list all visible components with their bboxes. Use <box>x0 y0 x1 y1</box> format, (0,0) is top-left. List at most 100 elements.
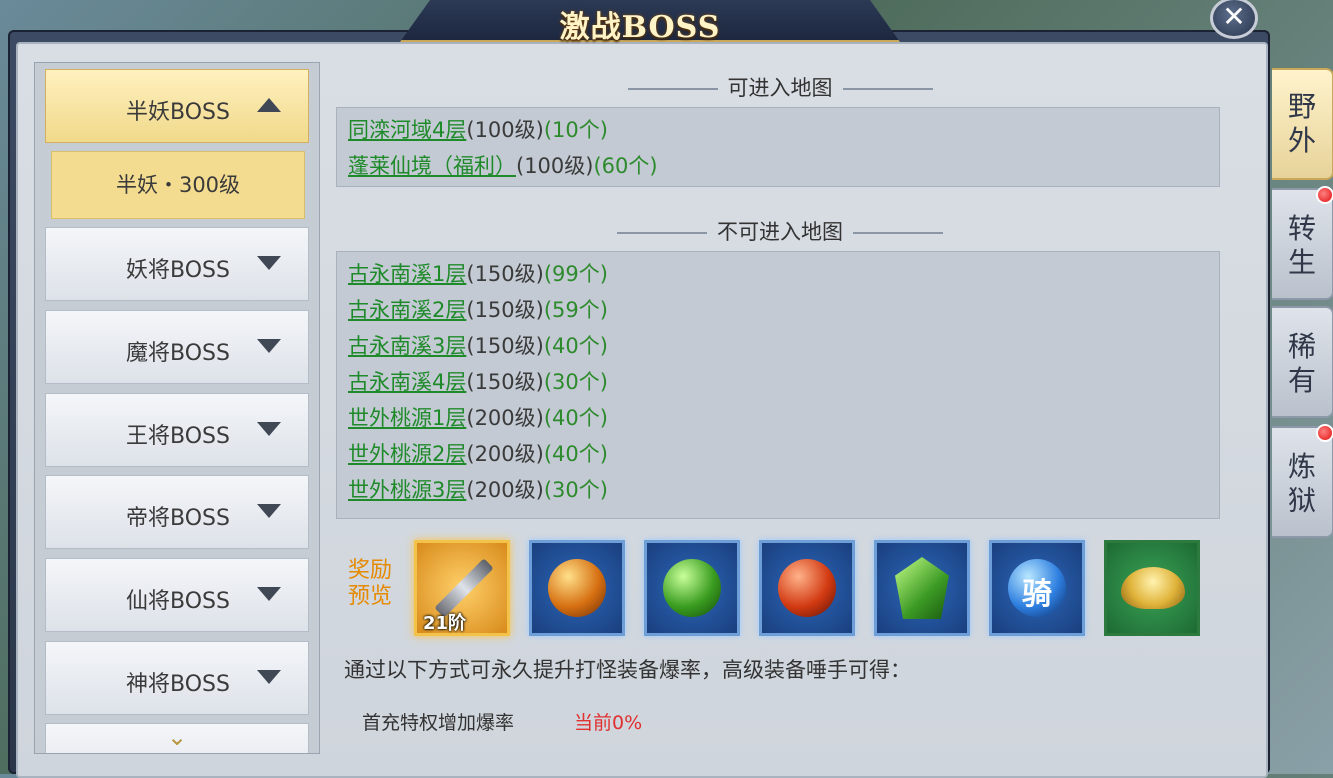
chevron-up-icon <box>257 98 281 112</box>
green-gem-icon <box>895 557 949 619</box>
sub-item-banyao-300[interactable]: 半妖・300级 <box>51 151 305 219</box>
map-link[interactable]: 世外桃源3层 <box>348 478 466 502</box>
map-count: (10个) <box>543 118 608 142</box>
category-xianjiang-boss[interactable]: 仙将BOSS <box>45 558 309 632</box>
divider <box>853 232 943 234</box>
drop-rate-info: 通过以下方式可永久提升打怪装备爆率，高级装备唾手可得： <box>344 658 911 682</box>
category-banyao-boss[interactable]: 半妖BOSS <box>45 69 309 143</box>
tab-rare[interactable]: 稀 有 <box>1272 306 1333 418</box>
boss-category-list[interactable]: 半妖BOSS 半妖・300级 妖将BOSS 魔将BOSS 王将BOSS 帝将BO… <box>34 62 320 754</box>
map-count: (40个) <box>543 334 608 358</box>
category-label: 魔将BOSS <box>126 341 230 366</box>
tab-char: 转 <box>1287 212 1316 245</box>
chevron-down-icon <box>257 256 281 270</box>
tab-char: 生 <box>1287 246 1316 279</box>
inaccessible-maps-header: 不可进入地图 <box>600 216 960 246</box>
map-count: (30个) <box>543 478 608 502</box>
map-row[interactable]: 世外桃源3层(200级)(30个) <box>348 474 608 508</box>
chevron-down-icon <box>257 339 281 353</box>
map-row[interactable]: 世外桃源2层(200级)(40个) <box>348 438 608 472</box>
map-level: (150级) <box>466 370 544 394</box>
map-count: (40个) <box>543 406 608 430</box>
map-count: (30个) <box>543 370 608 394</box>
category-label: 王将BOSS <box>126 424 230 449</box>
map-link[interactable]: 同滦河域4层 <box>348 118 466 142</box>
header-label: 不可进入地图 <box>717 220 843 244</box>
reward-slot-mount-orb[interactable]: 骑 <box>989 540 1085 636</box>
map-link[interactable]: 蓬莱仙境（福利） <box>348 154 516 178</box>
chevron-down-icon <box>257 504 281 518</box>
map-row[interactable]: 古永南溪1层(150级)(99个) <box>348 258 608 292</box>
reward-slot-red-orb[interactable] <box>759 540 855 636</box>
map-level: (150级) <box>466 298 544 322</box>
map-link[interactable]: 古永南溪4层 <box>348 370 466 394</box>
category-dijiang-boss[interactable]: 帝将BOSS <box>45 475 309 549</box>
tab-char: 稀 <box>1287 330 1316 363</box>
category-wangjiang-boss[interactable]: 王将BOSS <box>45 393 309 467</box>
chevron-down-icon <box>257 422 281 436</box>
map-link[interactable]: 古永南溪2层 <box>348 298 466 322</box>
map-level: (100级) <box>466 118 544 142</box>
red-orb-icon <box>778 559 836 617</box>
map-level: (100级) <box>516 154 594 178</box>
map-level: (150级) <box>466 334 544 358</box>
tab-rebirth[interactable]: 转 生 <box>1272 186 1333 300</box>
accessible-maps-list: 同滦河域4层(100级)(10个) 蓬莱仙境（福利）(100级)(60个) <box>336 107 1220 187</box>
mount-glyph: 骑 <box>1022 577 1052 612</box>
map-level: (200级) <box>466 478 544 502</box>
map-row[interactable]: 古永南溪3层(150级)(40个) <box>348 330 608 364</box>
map-count: (59个) <box>543 298 608 322</box>
map-level: (200级) <box>466 442 544 466</box>
notification-dot <box>1316 424 1333 442</box>
map-count: (40个) <box>543 442 608 466</box>
reward-label-line1: 奖励 <box>348 558 393 583</box>
category-label: 仙将BOSS <box>126 589 230 614</box>
tab-char: 外 <box>1287 124 1316 157</box>
first-charge-label: 首充特权增加爆率 <box>362 712 515 734</box>
map-row[interactable]: 古永南溪4层(150级)(30个) <box>348 366 608 400</box>
green-orb-icon <box>663 559 721 617</box>
map-level: (200级) <box>466 406 544 430</box>
tab-purgatory[interactable]: 炼 狱 <box>1272 424 1333 538</box>
map-count: (99个) <box>543 262 608 286</box>
divider <box>627 88 718 90</box>
category-mojiang-boss[interactable]: 魔将BOSS <box>45 310 309 384</box>
map-link[interactable]: 古永南溪1层 <box>348 262 466 286</box>
current-rate-value: 当前0% <box>574 712 643 734</box>
category-label: 帝将BOSS <box>126 506 230 531</box>
gold-ingot-icon <box>1121 567 1185 609</box>
reward-slot-green-gem[interactable] <box>874 540 970 636</box>
reward-preview-label: 奖励 预览 <box>348 558 404 610</box>
window-title: 激战BOSS <box>559 10 721 45</box>
category-label: 妖将BOSS <box>126 258 230 283</box>
map-link[interactable]: 古永南溪3层 <box>348 334 466 358</box>
divider <box>842 88 933 90</box>
map-row[interactable]: 世外桃源1层(200级)(40个) <box>348 402 608 436</box>
category-shenjiang-boss[interactable]: 神将BOSS <box>45 641 309 715</box>
reward-slot-orange-orb[interactable] <box>529 540 625 636</box>
reward-slot-weapon[interactable]: 21阶 <box>414 540 510 636</box>
chevron-down-icon <box>257 587 281 601</box>
accessible-maps-header: 可进入地图 <box>600 72 960 102</box>
tab-wild[interactable]: 野 外 <box>1272 68 1333 180</box>
chevron-down-icon <box>257 670 281 684</box>
reward-label-line2: 预览 <box>348 584 393 609</box>
header-label: 可进入地图 <box>727 76 833 100</box>
inaccessible-maps-list[interactable]: 古永南溪1层(150级)(99个) 古永南溪2层(150级)(59个) 古永南溪… <box>336 251 1220 519</box>
reward-slot-green-orb[interactable] <box>644 540 740 636</box>
reward-slot-gold-ingot[interactable] <box>1104 540 1200 636</box>
map-link[interactable]: 世外桃源1层 <box>348 406 466 430</box>
map-row[interactable]: 蓬莱仙境（福利）(100级)(60个) <box>348 150 658 184</box>
tab-char: 炼 <box>1287 450 1316 483</box>
map-link[interactable]: 世外桃源2层 <box>348 442 466 466</box>
category-label: 半妖BOSS <box>126 100 230 125</box>
map-row[interactable]: 同滦河域4层(100级)(10个) <box>348 114 608 148</box>
category-yaojiang-boss[interactable]: 妖将BOSS <box>45 227 309 301</box>
tier-label: 21阶 <box>423 613 467 634</box>
map-row[interactable]: 古永南溪2层(150级)(59个) <box>348 294 608 328</box>
scroll-down-icon[interactable]: ⌄ <box>165 725 189 749</box>
mount-orb-icon: 骑 <box>1008 559 1066 617</box>
tab-char: 狱 <box>1287 484 1316 517</box>
tab-char: 有 <box>1287 364 1316 397</box>
map-count: (60个) <box>593 154 658 178</box>
